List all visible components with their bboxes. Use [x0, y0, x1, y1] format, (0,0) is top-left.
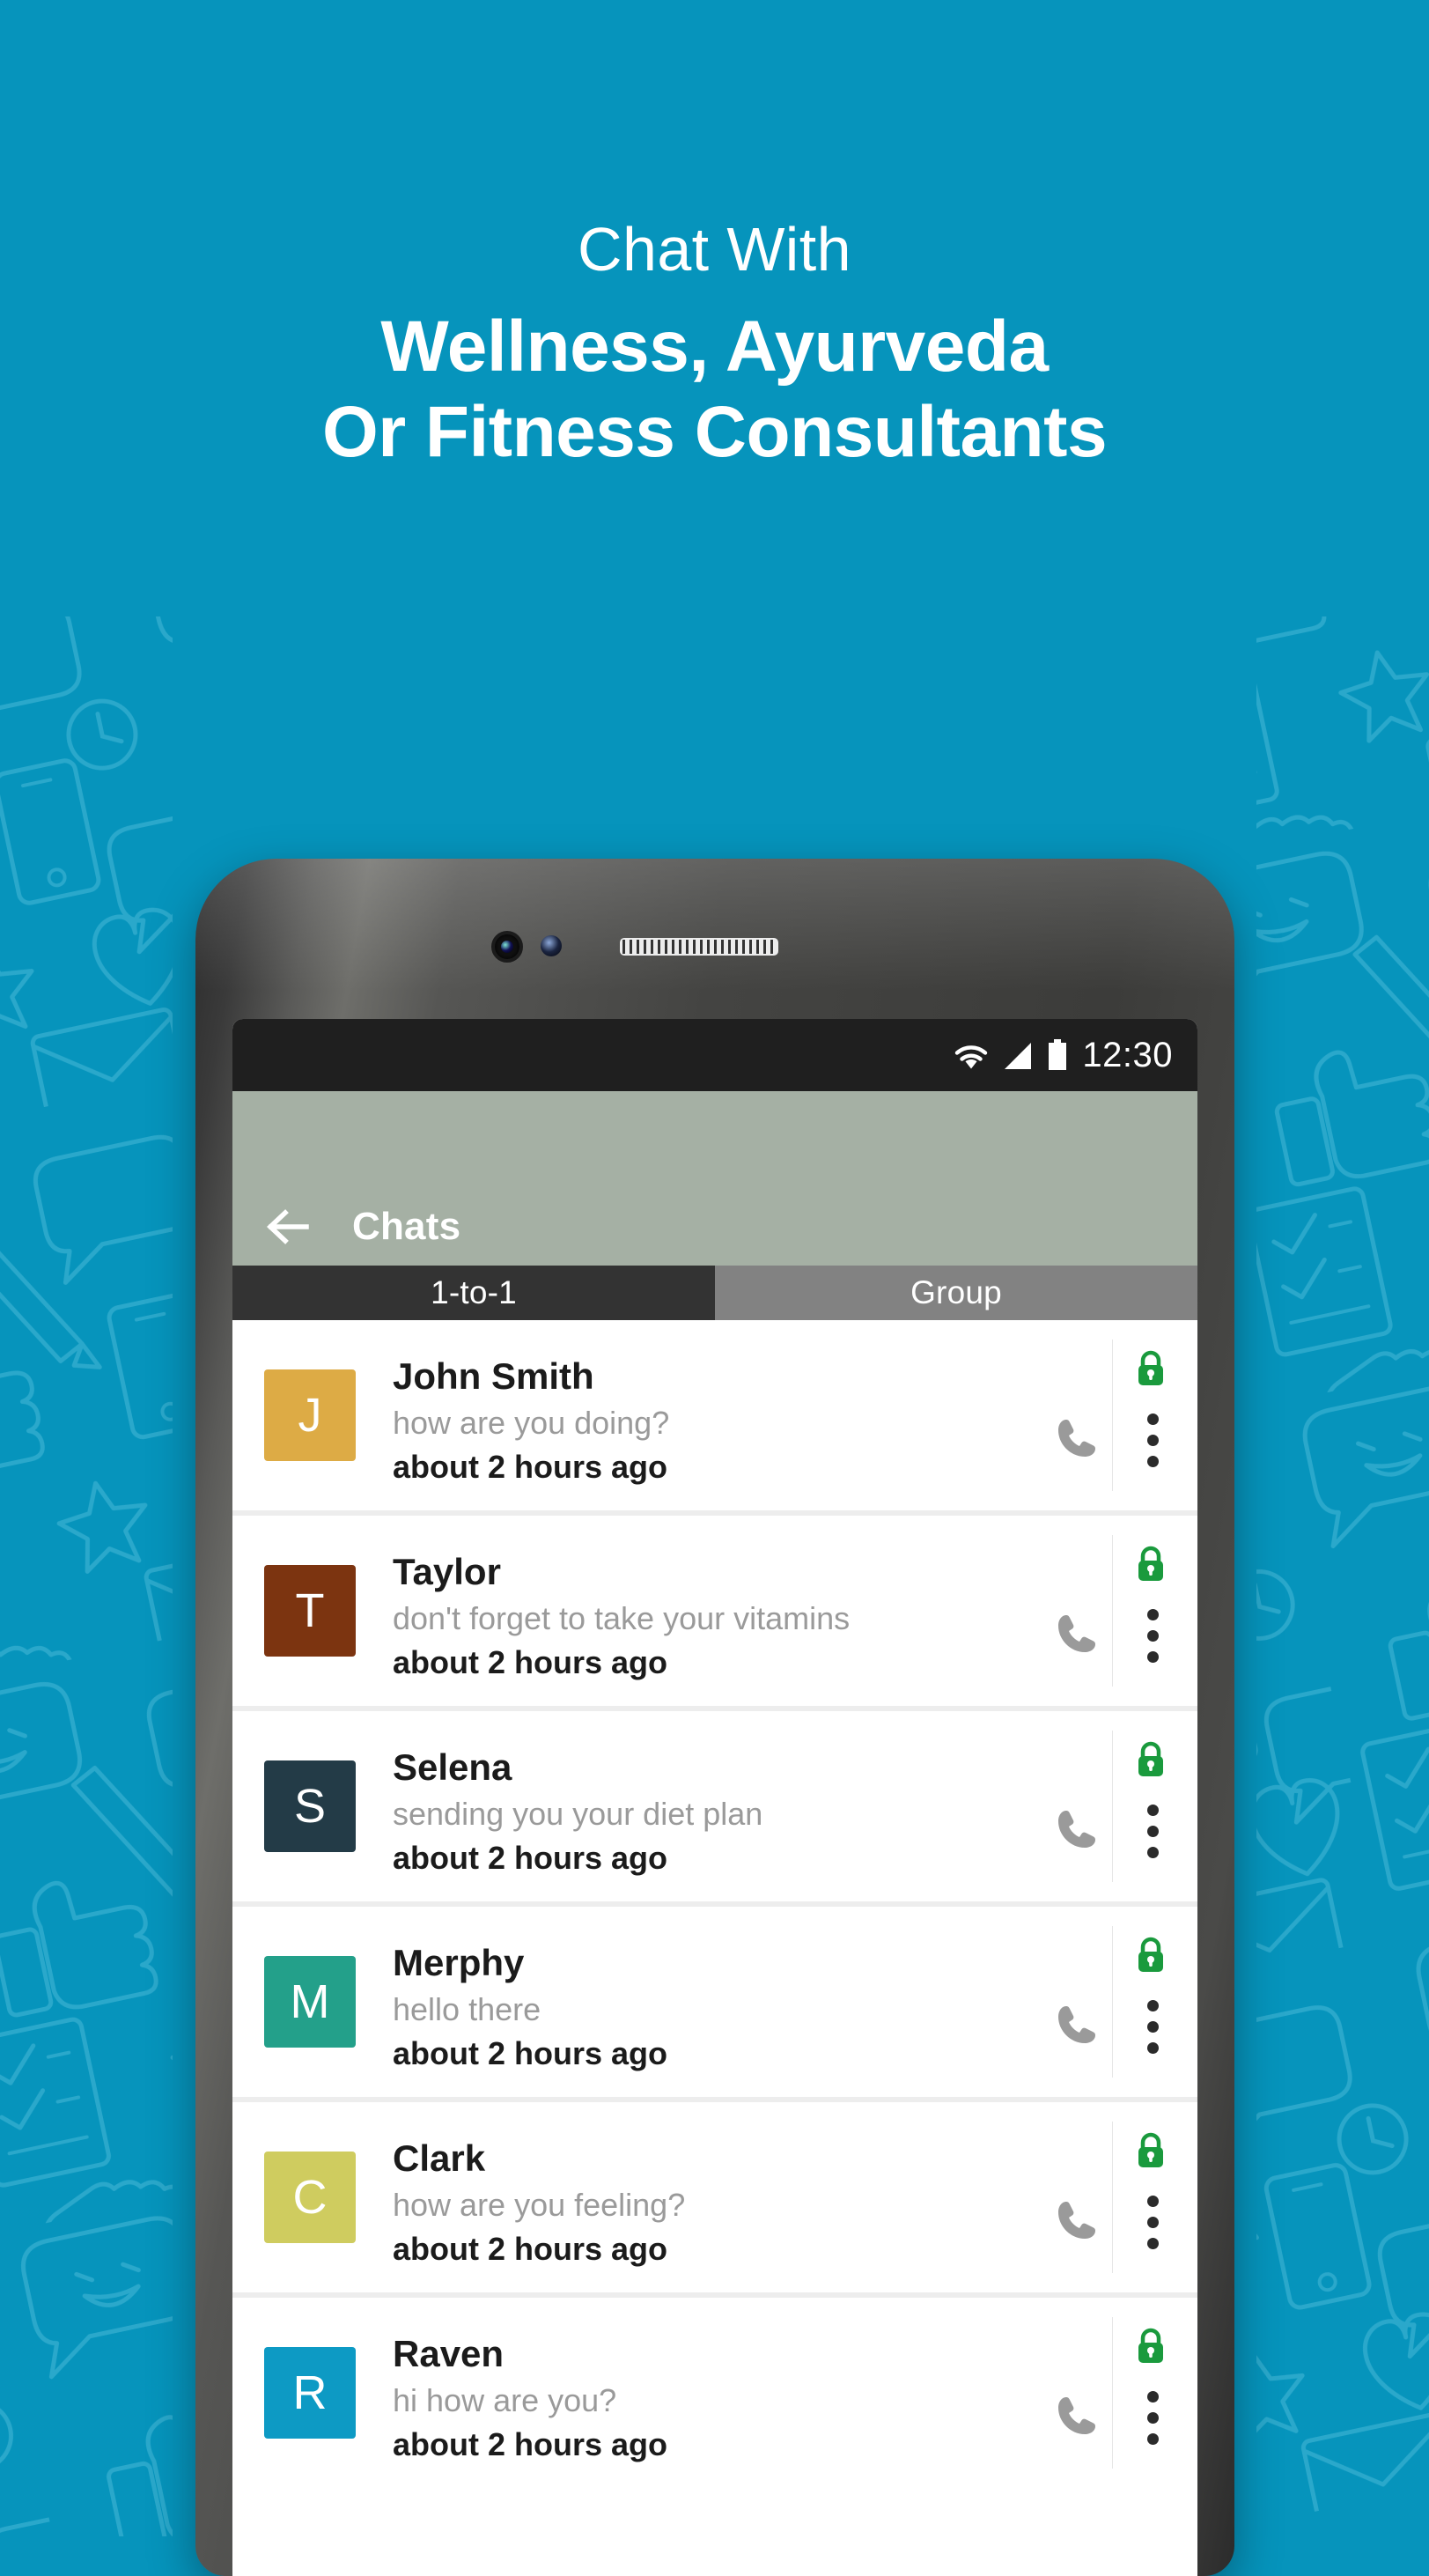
phone-call-icon[interactable]	[1055, 1806, 1101, 1852]
front-camera-icon	[491, 931, 523, 963]
contact-name: John Smith	[393, 1355, 594, 1397]
contact-name: Raven	[393, 2333, 505, 2374]
phone-top-gloss	[195, 859, 1234, 991]
action-divider	[1112, 1731, 1113, 1882]
tab-group[interactable]: Group	[715, 1266, 1197, 1320]
chat-list-item-taylor[interactable]: T Taylor don't forget to take your vitam…	[232, 1516, 1197, 1706]
chat-item-actions	[1021, 1516, 1197, 1706]
phone-call-icon[interactable]	[1055, 2197, 1101, 2243]
promo-line-3: Or Fitness Consultants	[321, 391, 1108, 472]
wifi-icon	[955, 1045, 988, 1069]
chat-item-actions	[1021, 1320, 1197, 1510]
lock-closed-icon	[1138, 1350, 1163, 1385]
earpiece-speaker	[620, 938, 778, 956]
chat-item-actions	[1021, 2102, 1197, 2292]
lock-closed-icon	[1138, 2328, 1163, 2363]
avatar: J	[264, 1369, 356, 1461]
tab-one-to-one[interactable]: 1-to-1	[232, 1266, 715, 1320]
phone-call-icon[interactable]	[1055, 1415, 1101, 1461]
message-timestamp: about 2 hours ago	[393, 1449, 668, 1486]
action-divider	[1112, 2122, 1113, 2273]
action-divider	[1112, 1535, 1113, 1687]
overflow-menu-icon[interactable]	[1147, 2000, 1159, 2054]
overflow-menu-icon[interactable]	[1147, 1805, 1159, 1858]
action-divider	[1112, 1926, 1113, 2078]
chat-item-text-block: Taylor don't forget to take your vitamin…	[356, 1516, 1021, 1706]
avatar: T	[264, 1565, 356, 1657]
last-message: hi how are you?	[393, 2382, 617, 2419]
promo-line-1: Chat With	[578, 215, 851, 284]
message-timestamp: about 2 hours ago	[393, 1840, 668, 1877]
chat-item-actions	[1021, 1711, 1197, 1901]
avatar: C	[264, 2152, 356, 2243]
lock-closed-icon	[1138, 1546, 1163, 1581]
contact-name: Taylor	[393, 1551, 501, 1592]
message-timestamp: about 2 hours ago	[393, 2035, 668, 2072]
action-divider	[1112, 2317, 1113, 2469]
lock-closed-icon	[1138, 2132, 1163, 2167]
chat-list: J John Smith how are you doing? about 2 …	[232, 1320, 1197, 2488]
overflow-menu-icon[interactable]	[1147, 1413, 1159, 1467]
chat-list-item-selena[interactable]: S Selena sending you your diet plan abou…	[232, 1711, 1197, 1901]
page-title: Chats	[352, 1205, 461, 1248]
promo-headline: Chat With Wellness, Ayurveda Or Fitness …	[0, 0, 1429, 476]
avatar: S	[264, 1760, 356, 1852]
chat-list-item-clark[interactable]: C Clark how are you feeling? about 2 hou…	[232, 2102, 1197, 2292]
chat-item-actions	[1021, 2298, 1197, 2488]
avatar: R	[264, 2347, 356, 2439]
last-message: don't forget to take your vitamins	[393, 1600, 851, 1637]
message-timestamp: about 2 hours ago	[393, 1644, 668, 1681]
action-divider	[1112, 1340, 1113, 1491]
chat-list-item-john-smith[interactable]: J John Smith how are you doing? about 2 …	[232, 1320, 1197, 1510]
phone-call-icon[interactable]	[1055, 1611, 1101, 1657]
status-bar-time: 12:30	[1082, 1036, 1173, 1074]
chat-item-text-block: Selena sending you your diet plan about …	[356, 1711, 1021, 1901]
avatar: M	[264, 1956, 356, 2048]
status-bar: 12:30	[232, 1019, 1197, 1091]
phone-call-icon[interactable]	[1055, 2393, 1101, 2439]
app-bar-row: Chats	[232, 1202, 460, 1251]
overflow-menu-icon[interactable]	[1147, 2196, 1159, 2249]
overflow-menu-icon[interactable]	[1147, 2391, 1159, 2445]
phone-screen: 12:30 Chats 1-to-1 Group J John Smith ho…	[232, 1019, 1197, 2576]
cellular-signal-icon	[1005, 1043, 1032, 1069]
last-message: how are you feeling?	[393, 2187, 686, 2224]
back-arrow-icon[interactable]	[262, 1202, 312, 1251]
contact-name: Clark	[393, 2137, 486, 2179]
chat-item-text-block: John Smith how are you doing? about 2 ho…	[356, 1320, 1021, 1510]
proximity-sensor-icon	[541, 935, 562, 956]
last-message: hello there	[393, 1991, 541, 2028]
contact-name: Merphy	[393, 1942, 525, 1983]
speaker-grill	[622, 940, 776, 954]
overflow-menu-icon[interactable]	[1147, 1609, 1159, 1663]
phone-call-icon[interactable]	[1055, 2002, 1101, 2048]
message-timestamp: about 2 hours ago	[393, 2426, 668, 2463]
app-bar: Chats	[232, 1091, 1197, 1266]
phone-mockup: 12:30 Chats 1-to-1 Group J John Smith ho…	[195, 859, 1234, 2576]
last-message: how are you doing?	[393, 1405, 670, 1442]
promo-line-2: Wellness, Ayurveda	[380, 306, 1049, 387]
status-bar-icons	[952, 1039, 1068, 1071]
battery-full-icon	[1049, 1039, 1067, 1070]
chat-item-text-block: Clark how are you feeling? about 2 hours…	[356, 2102, 1021, 2292]
message-timestamp: about 2 hours ago	[393, 2231, 668, 2268]
chat-item-text-block: Raven hi how are you? about 2 hours ago	[356, 2298, 1021, 2488]
lock-closed-icon	[1138, 1937, 1163, 1972]
lock-closed-icon	[1138, 1741, 1163, 1776]
contact-name: Selena	[393, 1746, 512, 1788]
chat-tabs: 1-to-1 Group	[232, 1266, 1197, 1320]
chat-list-item-raven[interactable]: R Raven hi how are you? about 2 hours ag…	[232, 2298, 1197, 2488]
chat-item-actions	[1021, 1907, 1197, 2097]
last-message: sending you your diet plan	[393, 1796, 763, 1833]
chat-item-text-block: Merphy hello there about 2 hours ago	[356, 1907, 1021, 2097]
chat-list-item-merphy[interactable]: M Merphy hello there about 2 hours ago	[232, 1907, 1197, 2097]
